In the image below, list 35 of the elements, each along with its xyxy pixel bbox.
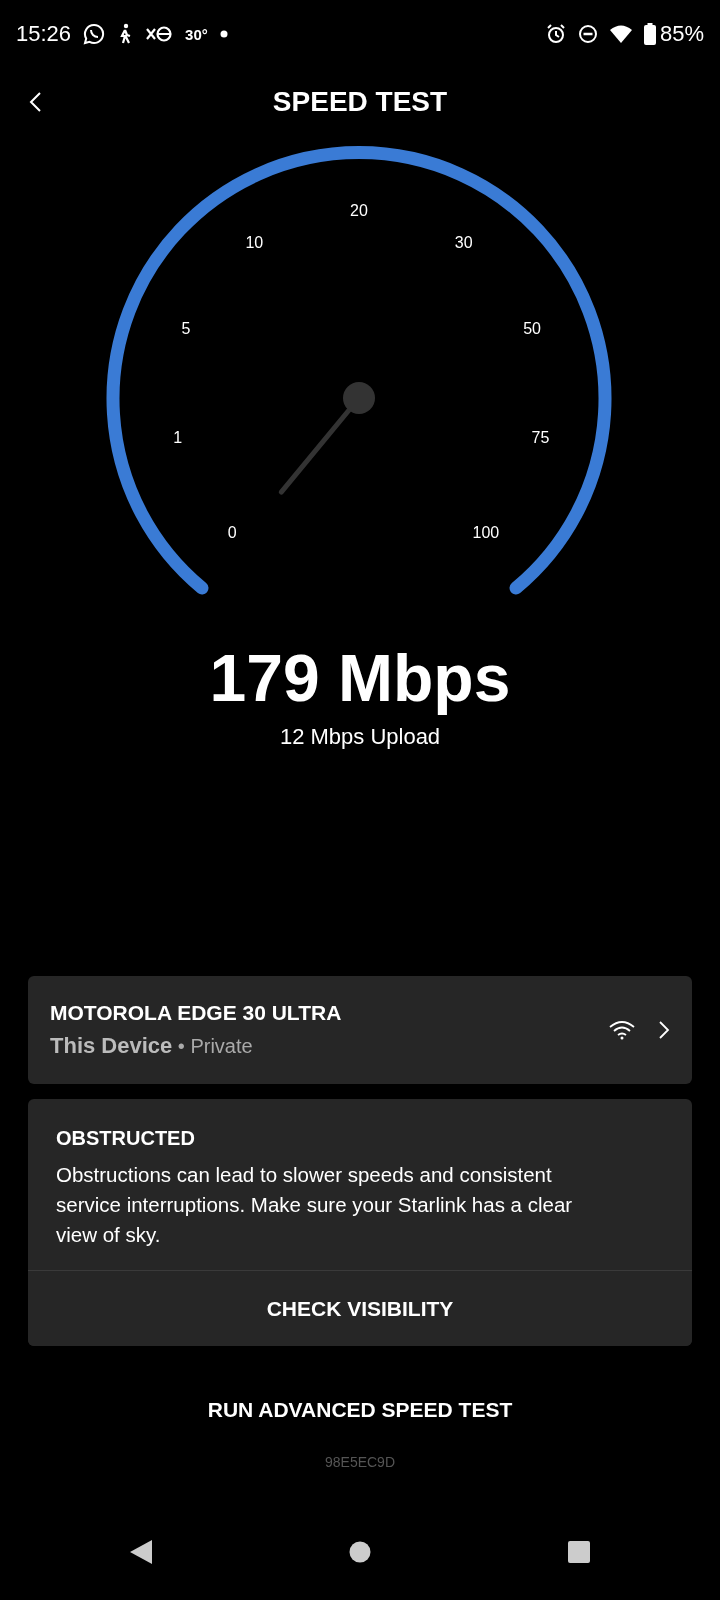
status-time: 15:26 bbox=[16, 21, 72, 47]
device-card[interactable]: MOTOROLA EDGE 30 ULTRA This Device • Private bbox=[28, 976, 692, 1084]
page-title: SPEED TEST bbox=[272, 86, 448, 118]
chat-icon bbox=[83, 23, 106, 45]
alarm-icon bbox=[545, 24, 566, 44]
advanced-test-button[interactable]: RUN ADVANCED SPEED TEST bbox=[191, 1388, 529, 1432]
temperature: 30° bbox=[185, 25, 208, 43]
chevron-right-icon bbox=[658, 1020, 670, 1040]
check-visibility-button[interactable]: CHECK VISIBILITY bbox=[28, 1270, 692, 1346]
currency-app-icon bbox=[145, 24, 174, 44]
alert-message: Obstructions can lead to slower speeds and consistent service interruptions. Make sure your Starlink has a clear view of sky. bbox=[56, 1162, 574, 1248]
gauge-tick-label: 75 bbox=[531, 429, 550, 447]
back-nav-icon[interactable] bbox=[130, 1540, 152, 1564]
gauge-tick-label: 100 bbox=[472, 524, 500, 542]
home-nav-icon[interactable] bbox=[349, 1541, 371, 1563]
gauge-tick-label: 0 bbox=[227, 524, 237, 542]
battery-icon bbox=[643, 23, 656, 45]
download-speed: 179 Mbps bbox=[209, 640, 511, 716]
gauge-tick-label: 20 bbox=[350, 202, 368, 220]
gauge-tick-label: 5 bbox=[181, 320, 191, 338]
wifi-icon bbox=[609, 25, 632, 43]
back-icon[interactable] bbox=[28, 91, 42, 113]
gauge-tick-label: 10 bbox=[245, 234, 264, 252]
gauge-tick-label: 50 bbox=[523, 320, 541, 338]
device-name: MOTOROLA EDGE 30 ULTRA bbox=[50, 1001, 343, 1025]
wifi-icon bbox=[608, 1020, 636, 1040]
gauge-tick-label: 30 bbox=[454, 234, 473, 252]
gauge-tick-label: 1 bbox=[173, 429, 183, 447]
do-not-disturb-icon bbox=[577, 24, 598, 44]
device-subtitle: This Device • Private bbox=[50, 1033, 254, 1059]
battery-percent: 85% bbox=[659, 21, 704, 47]
device-code: 98E5EC9D bbox=[324, 1454, 395, 1470]
upload-speed: 12 Mbps Upload bbox=[279, 724, 441, 750]
dot-icon bbox=[219, 30, 228, 38]
alert-title: OBSTRUCTED bbox=[56, 1127, 196, 1150]
